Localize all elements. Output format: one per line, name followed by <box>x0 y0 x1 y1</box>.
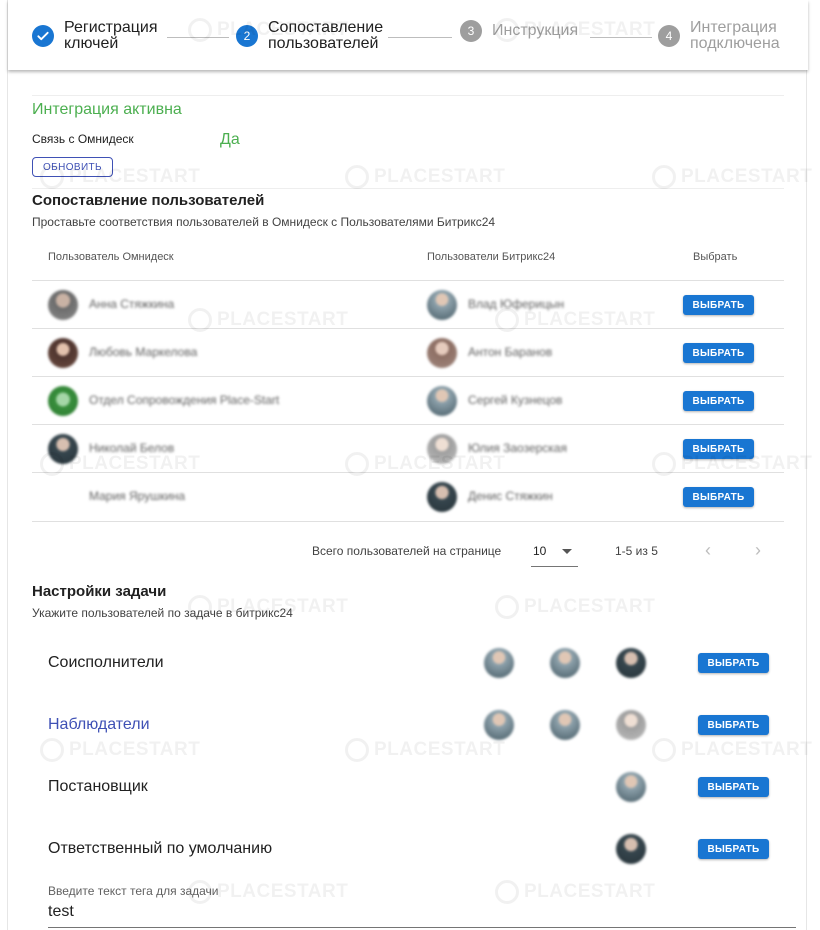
step-number: 4 <box>658 25 680 47</box>
table-row: Николай Белов Юлия Заозерская ВЫБРАТЬ <box>32 425 784 473</box>
avatar <box>484 648 514 678</box>
avatar <box>484 710 514 740</box>
integration-panel: Регистрация ключей 2 Сопоставление польз… <box>7 0 808 930</box>
select-co-executors-button[interactable]: ВЫБРАТЬ <box>698 653 769 673</box>
avatar <box>427 290 457 320</box>
select-user-button[interactable]: ВЫБРАТЬ <box>683 295 754 315</box>
step-keys-registration[interactable]: Регистрация ключей <box>32 20 158 52</box>
select-user-button[interactable]: ВЫБРАТЬ <box>683 343 754 363</box>
tag-input[interactable]: test <box>48 903 74 921</box>
step-connector <box>388 37 452 38</box>
column-header-bitrix-users: Пользователи Битрикс24 <box>427 251 556 263</box>
chevron-right-icon[interactable]: › <box>748 540 768 560</box>
omnidesk-user-name: Мария Ярушкина <box>89 489 186 503</box>
avatar <box>616 710 646 740</box>
integration-status-title: Интеграция активна <box>32 101 182 118</box>
step-instruction[interactable]: 3 Инструкция <box>460 20 578 42</box>
stepper: Регистрация ключей 2 Сопоставление польз… <box>8 0 808 70</box>
avatar <box>616 648 646 678</box>
bitrix-user-name: Денис Стяжкин <box>468 489 553 503</box>
avatar <box>616 772 646 802</box>
select-user-button[interactable]: ВЫБРАТЬ <box>683 487 754 507</box>
mapping-title: Сопоставление пользователей <box>32 192 265 209</box>
rows-per-page-label: Всего пользователей на странице <box>312 544 502 558</box>
default-responsible-label: Ответственный по умолчанию <box>48 840 273 857</box>
avatar <box>48 386 78 416</box>
bitrix-user-name: Влад Юферицын <box>468 297 565 311</box>
table-row: Мария Ярушкина Денис Стяжкин ВЫБРАТЬ <box>32 473 784 521</box>
omnidesk-user-name: Отдел Сопровождения Place-Start <box>89 393 280 407</box>
bitrix-user-name: Антон Баранов <box>468 345 553 359</box>
divider <box>32 188 784 189</box>
step-number: 2 <box>236 25 258 47</box>
omnidesk-link-label: Связь с Омнидеск <box>32 132 134 146</box>
rows-per-page-select[interactable]: 10 <box>531 538 578 567</box>
task-settings-subtitle: Укажите пользователей по задаче в битрик… <box>32 606 293 620</box>
step-label: Интеграция подключена <box>690 19 780 52</box>
step-connector <box>167 37 229 38</box>
rows-per-page-value: 10 <box>533 544 547 558</box>
avatar <box>427 386 457 416</box>
select-user-button[interactable]: ВЫБРАТЬ <box>683 391 754 411</box>
table-row: Анна Стяжкина Влад Юферицын ВЫБРАТЬ <box>32 281 784 329</box>
task-settings-title: Настройки задачи <box>32 583 167 600</box>
avatar <box>616 834 646 864</box>
omnidesk-user-name: Анна Стяжкина <box>89 297 175 311</box>
chevron-left-icon[interactable]: ‹ <box>698 540 718 560</box>
mapping-subtitle: Проставьте соответствия пользователей в … <box>32 215 496 229</box>
avatar <box>48 338 78 368</box>
avatar <box>48 434 78 464</box>
observers-label: Наблюдатели <box>48 716 150 733</box>
step-number: 3 <box>460 20 482 42</box>
column-header-select: Выбрать <box>693 251 738 263</box>
select-user-button[interactable]: ВЫБРАТЬ <box>683 439 754 459</box>
omnidesk-user-name: Николай Белов <box>89 441 175 455</box>
step-label: Сопоставление пользователей <box>268 19 384 52</box>
bitrix-user-name: Сергей Кузнецов <box>468 393 563 407</box>
tag-input-underline <box>48 927 796 928</box>
check-icon <box>32 25 54 47</box>
column-header-omnidesk-user: Пользователь Омнидеск <box>48 251 174 263</box>
select-creator-button[interactable]: ВЫБРАТЬ <box>698 777 769 797</box>
step-integration-connected[interactable]: 4 Интеграция подключена <box>658 20 780 52</box>
avatar <box>427 482 457 512</box>
co-executors-label: Соисполнители <box>48 654 164 671</box>
step-users-mapping[interactable]: 2 Сопоставление пользователей <box>236 20 383 52</box>
select-observers-button[interactable]: ВЫБРАТЬ <box>698 715 769 735</box>
table-row: Отдел Сопровождения Place-Start Сергей К… <box>32 377 784 425</box>
avatar <box>427 338 457 368</box>
select-responsible-button[interactable]: ВЫБРАТЬ <box>698 839 769 859</box>
caret-down-icon <box>562 549 572 554</box>
row-divider <box>32 521 784 522</box>
refresh-button[interactable]: обновить <box>32 157 113 177</box>
step-connector <box>590 37 652 38</box>
tag-field-label: Введите текст тега для задачи <box>48 884 219 898</box>
omnidesk-user-name: Любовь Маркелова <box>89 345 198 359</box>
avatar <box>427 434 457 464</box>
step-label: Регистрация ключей <box>64 19 158 52</box>
divider <box>32 95 784 96</box>
avatar <box>550 648 580 678</box>
pagination-range: 1-5 из 5 <box>615 544 658 558</box>
task-creator-label: Постановщик <box>48 778 148 795</box>
omnidesk-link-value: Да <box>220 131 240 148</box>
avatar <box>550 710 580 740</box>
avatar <box>48 290 78 320</box>
table-row: Любовь Маркелова Антон Баранов ВЫБРАТЬ <box>32 329 784 377</box>
step-label: Инструкция <box>492 22 579 39</box>
bitrix-user-name: Юлия Заозерская <box>468 441 567 455</box>
